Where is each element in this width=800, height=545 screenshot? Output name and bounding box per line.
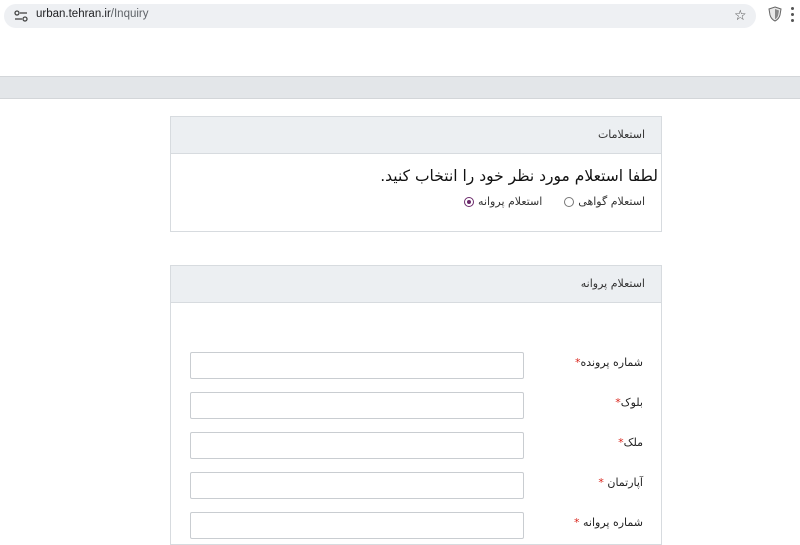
radio-certificate-inquiry[interactable]: استعلام گواهی xyxy=(564,195,645,208)
permit-number-input[interactable] xyxy=(190,512,524,539)
permit-inquiry-panel: استعلام پروانه شماره پرونده* بلوک* ملک* … xyxy=(170,265,662,545)
inquiry-prompt: لطفا استعلام مورد نظر خود را انتخاب کنید… xyxy=(380,167,658,185)
shield-extension-icon[interactable] xyxy=(768,6,782,22)
inquiry-type-radio-group: استعلام گواهی استعلام پروانه xyxy=(464,195,645,208)
required-mark: * xyxy=(574,516,584,529)
url-text[interactable]: urban.tehran.ir/Inquiry xyxy=(36,8,149,20)
address-bar[interactable]: urban.tehran.ir/Inquiry ☆ xyxy=(4,4,756,28)
inquiries-panel: استعلامات لطفا استعلام مورد نظر خود را ا… xyxy=(170,116,662,232)
block-input[interactable] xyxy=(190,392,524,419)
radio-permit-button[interactable] xyxy=(464,196,475,207)
browser-toolbar: urban.tehran.ir/Inquiry ☆ xyxy=(0,0,800,34)
apartment-label: آپارتمان * xyxy=(598,476,643,489)
url-host: urban.tehran.ir xyxy=(36,8,111,20)
inquiries-panel-heading: استعلامات xyxy=(171,117,661,154)
radio-certificate-button[interactable] xyxy=(564,196,575,207)
property-input[interactable] xyxy=(190,432,524,459)
file-number-input[interactable] xyxy=(190,352,524,379)
form-row-apartment: آپارتمان * xyxy=(171,472,661,500)
browser-menu-icon[interactable] xyxy=(790,7,796,25)
form-row-block: بلوک* xyxy=(171,392,661,420)
url-path: /Inquiry xyxy=(110,8,149,20)
required-mark: * xyxy=(598,476,608,489)
form-row-permit-number: شماره پروانه * xyxy=(171,512,661,540)
block-label: بلوک* xyxy=(615,396,643,409)
form-row-property: ملک* xyxy=(171,432,661,460)
bookmark-star-icon[interactable]: ☆ xyxy=(734,8,747,24)
radio-certificate-label: استعلام گواهی xyxy=(578,195,645,208)
apartment-input[interactable] xyxy=(190,472,524,499)
radio-permit-inquiry[interactable]: استعلام پروانه xyxy=(464,195,542,208)
form-row-file-number: شماره پرونده* xyxy=(171,352,661,380)
file-number-label: شماره پرونده* xyxy=(574,356,643,369)
radio-permit-label: استعلام پروانه xyxy=(478,195,543,208)
site-info-icon[interactable] xyxy=(14,10,28,22)
property-label: ملک* xyxy=(618,436,643,449)
site-nav-bar xyxy=(0,76,800,99)
permit-panel-heading: استعلام پروانه xyxy=(171,266,661,303)
permit-number-label: شماره پروانه * xyxy=(574,516,643,529)
